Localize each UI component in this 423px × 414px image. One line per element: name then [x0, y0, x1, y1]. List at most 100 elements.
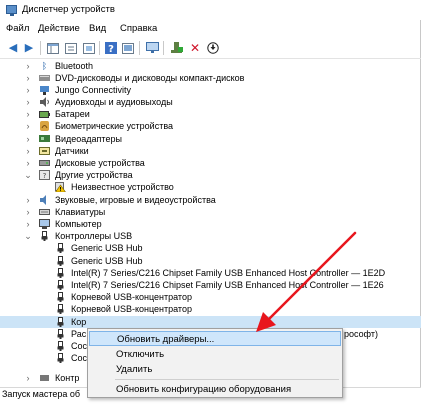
fingerprint-icon	[39, 121, 50, 131]
tree-item-label: Bluetooth	[55, 61, 94, 71]
window-title: Диспетчер устройств	[22, 4, 115, 15]
status-text: Запуск мастера об	[2, 389, 81, 399]
expand-arrow-icon[interactable]: ›	[24, 133, 32, 145]
expand-arrow-icon[interactable]: ›	[24, 120, 32, 132]
context-menu-separator	[115, 379, 339, 380]
expand-arrow-icon[interactable]: ›	[24, 206, 32, 218]
toolbar-separator	[139, 41, 140, 55]
device-manager-icon	[6, 5, 17, 16]
tree-item-usb-child[interactable]: Generic USB Hub	[0, 242, 421, 254]
tree-item-usb-child[interactable]: Intel(R) 7 Series/C216 Chipset Family US…	[0, 279, 421, 291]
usb-plug-icon	[55, 353, 66, 363]
menu-file[interactable]: Файл	[6, 23, 29, 34]
tree-item-sound-devices[interactable]: › Звуковые, игровые и видеоустройства	[0, 194, 421, 206]
tree-item-label: Аудиовходы и аудиовыходы	[55, 97, 173, 107]
tree-item-usb-child[interactable]: Корневой USB-концентратор	[0, 291, 421, 303]
tree-item-label: Кор	[71, 317, 87, 327]
download-driver-icon[interactable]	[206, 41, 220, 55]
menu-help[interactable]: Справка	[120, 23, 157, 34]
forward-arrow-icon[interactable]: ▶	[22, 41, 36, 55]
show-hide-tree-icon[interactable]	[46, 41, 60, 55]
expand-arrow-icon[interactable]: ›	[24, 194, 32, 206]
tree-item-computer[interactable]: › Компьютер	[0, 218, 421, 230]
sound-device-icon	[39, 195, 50, 205]
monitor-icon[interactable]	[145, 41, 159, 55]
tree-item-other-devices[interactable]: ⌄ ? Другие устройства	[0, 169, 421, 181]
tree-item-jungo[interactable]: › Jungo Connectivity	[0, 84, 421, 96]
tree-item-label: Intel(R) 7 Series/C216 Chipset Family US…	[71, 280, 384, 290]
update-driver-icon[interactable]	[170, 41, 184, 55]
toolbar: ◀ ▶ ? ✕	[0, 37, 421, 59]
tree-item-unknown-device[interactable]: Неизвестное устройство	[0, 181, 421, 193]
tree-item-biometric[interactable]: › Биометрические устройства	[0, 120, 421, 132]
tree-item-label: Корневой USB-концентратор	[71, 304, 192, 314]
expand-arrow-icon[interactable]: ›	[24, 72, 32, 84]
collapse-arrow-icon[interactable]: ⌄	[24, 169, 32, 181]
usb-plug-icon	[55, 256, 66, 266]
tree-item-label: Intel(R) 7 Series/C216 Chipset Family US…	[71, 268, 386, 278]
toolbar-separator	[163, 41, 164, 55]
usb-plug-icon	[55, 243, 66, 253]
svg-text:?: ?	[43, 172, 47, 180]
tree-item-label: DVD-дисководы и дисководы компакт-дисков	[55, 73, 245, 83]
unknown-device-warning-icon	[54, 182, 67, 193]
expand-arrow-icon[interactable]: ›	[24, 218, 32, 230]
menu-update-drivers[interactable]: Обновить драйверы...	[89, 331, 341, 346]
help-icon[interactable]: ?	[104, 41, 118, 55]
menu-disable[interactable]: Отключить	[89, 347, 341, 362]
tree-item-label: Контр	[55, 373, 80, 383]
tree-item-disk-drives[interactable]: › Дисковые устройства	[0, 157, 421, 169]
usb-plug-icon	[55, 280, 66, 290]
tree-item-usb-child[interactable]: Generic USB Hub	[0, 255, 421, 267]
tree-item-usb-child[interactable]: Корневой USB-концентратор	[0, 303, 421, 315]
tree-item-label: Биометрические устройства	[55, 121, 174, 131]
expand-arrow-icon[interactable]: ›	[24, 84, 32, 96]
tree-item-batteries[interactable]: › Батареи	[0, 108, 421, 120]
expand-arrow-icon[interactable]: ›	[24, 108, 32, 120]
tree-item-video-adapters[interactable]: › Видеоадаптеры	[0, 133, 421, 145]
toolbar-separator	[99, 41, 100, 55]
tree-item-bluetooth[interactable]: › ᛒ Bluetooth	[0, 60, 421, 72]
tree-item-keyboards[interactable]: › Клавиатуры	[0, 206, 421, 218]
uninstall-device-icon[interactable]: ✕	[188, 41, 202, 55]
menu-bar: Файл Действие Вид Справка	[0, 20, 421, 37]
svg-text:?: ?	[108, 44, 114, 54]
tree-item-label: Видеоадаптеры	[55, 134, 122, 144]
expand-arrow-icon[interactable]: ›	[24, 96, 32, 108]
back-arrow-icon[interactable]: ◀	[6, 41, 20, 55]
tree-item-usb-controllers[interactable]: ⌄ Контроллеры USB	[0, 230, 421, 242]
sensor-icon	[39, 146, 50, 156]
tree-item-label: Дисковые устройства	[55, 158, 145, 168]
tree-item-label: Корневой USB-концентратор	[71, 292, 192, 302]
tree-item-label: Jungo Connectivity	[55, 85, 132, 95]
refresh-icon[interactable]	[82, 41, 96, 55]
expand-arrow-icon[interactable]: ›	[24, 145, 32, 157]
usb-plug-icon	[55, 292, 66, 302]
tree-item-sensors[interactable]: › Датчики	[0, 145, 421, 157]
tree-item-usb-child[interactable]: Intel(R) 7 Series/C216 Chipset Family US…	[0, 267, 421, 279]
tree-item-label: Generic USB Hub	[71, 243, 143, 253]
tree-item-label: Компьютер	[55, 219, 102, 229]
menu-view[interactable]: Вид	[89, 23, 106, 34]
controller-icon	[39, 373, 50, 383]
tree-item-label: Датчики	[55, 146, 89, 156]
collapse-arrow-icon[interactable]: ⌄	[24, 230, 32, 242]
expand-arrow-icon[interactable]: ›	[24, 372, 32, 384]
tree-item-label: Сос	[71, 341, 88, 351]
tree-item-dvd[interactable]: › DVD-дисководы и дисководы компакт-диск…	[0, 72, 421, 84]
toolbar-separator	[40, 41, 41, 55]
context-menu: Обновить драйверы... Отключить Удалить О…	[87, 328, 343, 398]
menu-action[interactable]: Действие	[38, 23, 80, 34]
expand-arrow-icon[interactable]: ›	[24, 60, 32, 72]
usb-plug-icon	[55, 268, 66, 278]
bluetooth-icon: ᛒ	[41, 61, 48, 71]
tree-item-usb-selected[interactable]: Кор	[0, 316, 421, 328]
menu-uninstall[interactable]: Удалить	[89, 362, 341, 377]
properties-icon[interactable]	[64, 41, 78, 55]
partial-item-text: рософт)	[344, 329, 378, 339]
keyboard-icon	[39, 207, 50, 217]
tree-item-audio-io[interactable]: › Аудиовходы и аудиовыходы	[0, 96, 421, 108]
menu-scan-hardware[interactable]: Обновить конфигурацию оборудования	[89, 382, 341, 397]
expand-arrow-icon[interactable]: ›	[24, 157, 32, 169]
display-devices-icon[interactable]	[121, 41, 135, 55]
